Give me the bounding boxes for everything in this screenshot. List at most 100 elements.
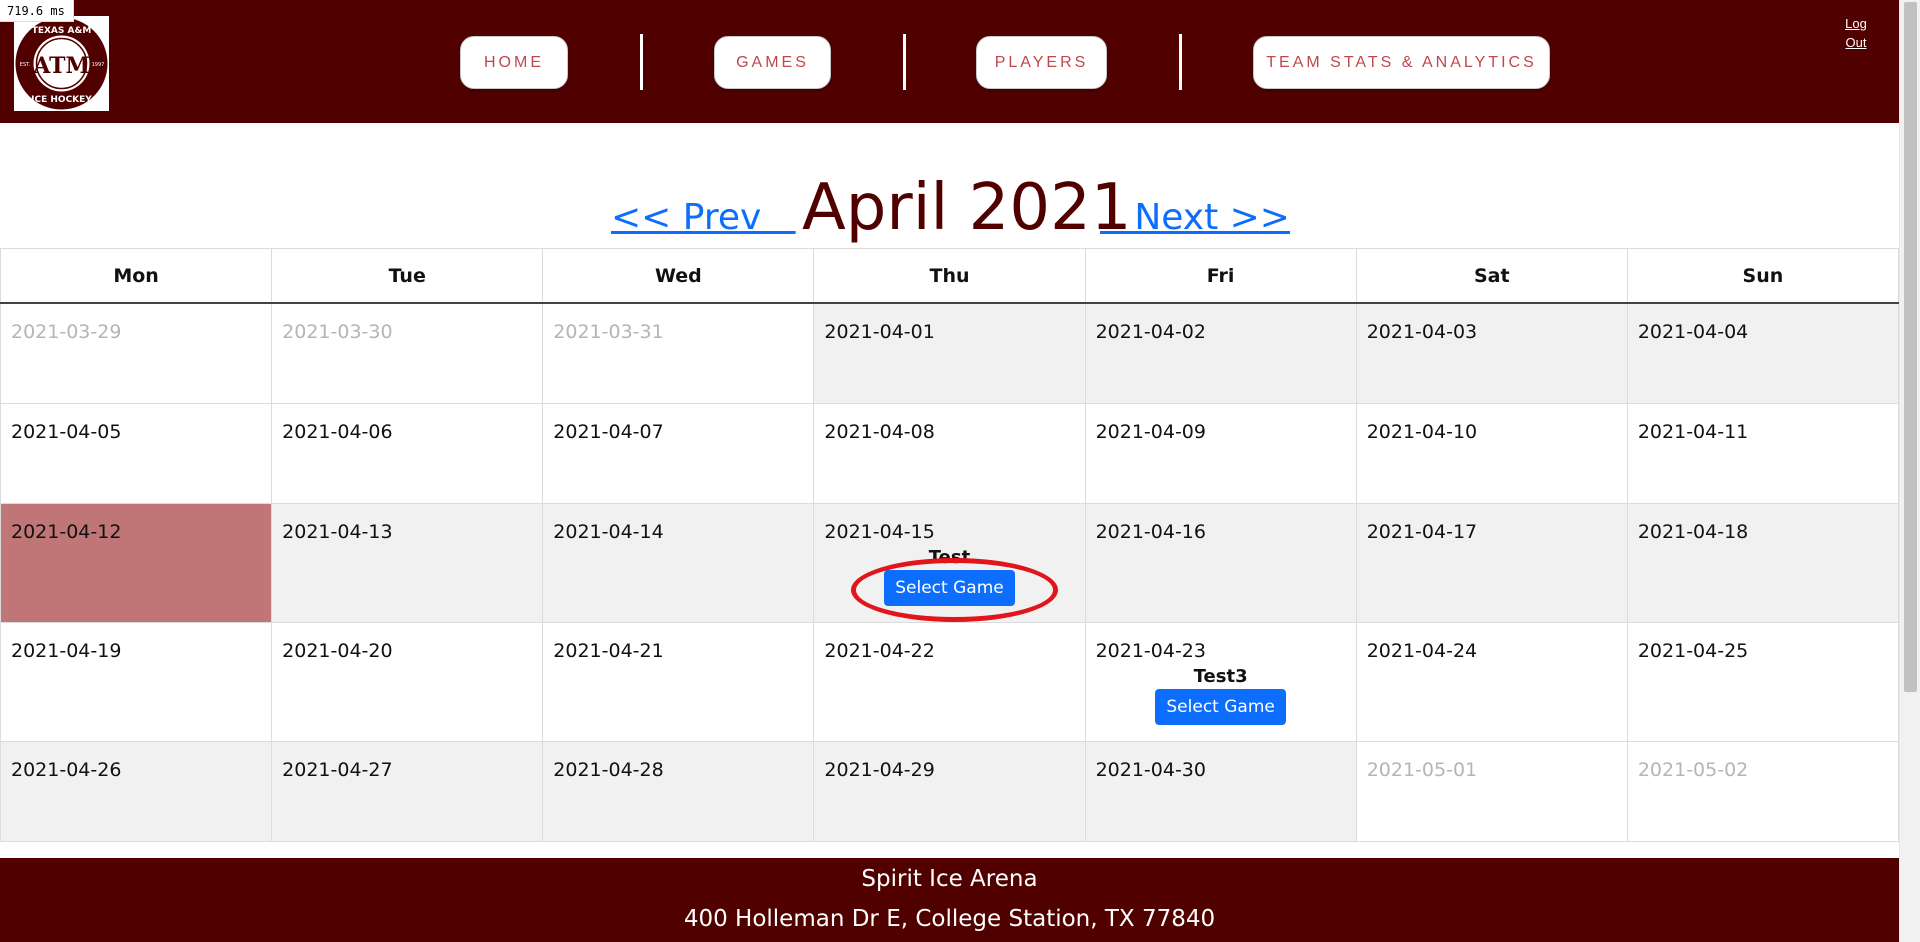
arena-name: Spirit Ice Arena [861,866,1038,892]
calendar-day-cell[interactable]: 2021-04-06 [271,403,544,504]
select-game-button[interactable]: Select Game [1155,689,1286,725]
svg-text:TEXAS A&M: TEXAS A&M [32,26,92,36]
calendar-week-row: 2021-04-19 2021-04-20 2021-04-21 2021-04… [0,622,1900,742]
svg-text:1997: 1997 [92,62,105,68]
calendar-grid: Mon Tue Wed Thu Fri Sat Sun 2021-03-29 2… [0,248,1900,842]
nav-separator [903,34,906,90]
logout-line2: Out [1845,35,1867,50]
day-date: 2021-03-29 [11,321,122,343]
logout-link[interactable]: Log Out [1838,14,1874,52]
calendar-day-cell[interactable]: 2021-04-10 [1355,403,1628,504]
nav-players-button[interactable]: PLAYERS [976,36,1107,89]
calendar-day-cell[interactable]: 2021-04-03 [1355,302,1628,404]
day-date: 2021-04-19 [11,640,122,662]
calendar-day-cell[interactable]: 2021-04-08 [813,403,1086,504]
prev-month-link[interactable]: << Prev [611,188,796,248]
game-name: Test [928,547,971,568]
calendar-week-row: 2021-04-26 2021-04-27 2021-04-28 2021-04… [0,741,1900,842]
calendar-day-cell[interactable]: 2021-04-11 [1626,403,1900,504]
month-title: April 2021 [802,171,1132,245]
calendar-day-cell[interactable]: 2021-04-25 [1626,622,1900,742]
calendar-day-cell[interactable]: 2021-04-21 [542,622,815,742]
day-date: 2021-04-29 [824,759,935,781]
nav-home-button[interactable]: HOME [460,36,568,89]
day-date: 2021-04-07 [553,421,664,443]
calendar-day-cell[interactable]: 2021-04-05 [0,403,273,504]
day-date: 2021-04-09 [1095,421,1206,443]
select-game-button[interactable]: Select Game [884,570,1015,606]
calendar-day-cell[interactable]: 2021-04-02 [1084,302,1357,404]
weekday-header-row: Mon Tue Wed Thu Fri Sat Sun [0,248,1900,304]
svg-text:ATM: ATM [32,53,90,79]
weekday-header: Wed [542,248,815,304]
team-logo[interactable]: ATM TEXAS A&M ICE HOCKEY EST. 1997 [14,16,109,111]
calendar-day-cell[interactable]: 2021-05-02 [1626,741,1900,842]
scrollbar-thumb[interactable] [1904,2,1917,692]
game-entry: Test3 Select Game [1086,667,1356,725]
calendar-day-cell[interactable]: 2021-03-30 [271,302,544,404]
day-date: 2021-04-23 [1095,640,1206,662]
calendar-day-cell[interactable]: 2021-04-29 [813,741,1086,842]
calendar-day-cell[interactable]: 2021-04-14 [542,503,815,623]
weekday-header: Sun [1626,248,1900,304]
calendar-week-row: 2021-04-05 2021-04-06 2021-04-07 2021-04… [0,403,1900,504]
calendar-day-cell[interactable]: 2021-04-28 [542,741,815,842]
nav-games-button[interactable]: GAMES [714,36,831,89]
calendar-day-cell[interactable]: 2021-04-30 [1084,741,1357,842]
day-date: 2021-04-28 [553,759,664,781]
day-date: 2021-04-02 [1095,321,1206,343]
calendar-day-cell[interactable]: 2021-04-07 [542,403,815,504]
logout-line1: Log [1845,16,1867,31]
calendar-day-cell-today[interactable]: 2021-04-12 [0,503,273,623]
day-date: 2021-04-08 [824,421,935,443]
day-date: 2021-04-22 [824,640,935,662]
calendar-day-cell[interactable]: 2021-04-01 [813,302,1086,404]
calendar-day-cell[interactable]: 2021-04-04 [1626,302,1900,404]
calendar-week-row: 2021-03-29 2021-03-30 2021-03-31 2021-04… [0,302,1900,404]
arena-address: 400 Holleman Dr E, College Station, TX 7… [683,906,1216,932]
day-date: 2021-04-24 [1366,640,1478,662]
calendar-day-cell[interactable]: 2021-04-26 [0,741,273,842]
calendar-day-cell[interactable]: 2021-04-27 [271,741,544,842]
day-date: 2021-04-12 [11,521,122,543]
weekday-header: Sat [1355,248,1628,304]
calendar-day-cell[interactable]: 2021-04-09 [1084,403,1357,504]
vertical-scrollbar[interactable] [1899,0,1920,942]
calendar-day-cell[interactable]: 2021-04-23 Test3 Select Game [1084,622,1357,742]
calendar-day-cell[interactable]: 2021-04-18 [1626,503,1900,623]
day-date: 2021-04-25 [1637,640,1749,662]
day-date: 2021-04-20 [282,640,393,662]
game-name: Test3 [1193,666,1248,687]
calendar-day-cell[interactable]: 2021-04-20 [271,622,544,742]
nav-separator [1179,34,1182,90]
site-footer: Spirit Ice Arena 400 Holleman Dr E, Coll… [0,858,1899,942]
weekday-header: Thu [813,248,1086,304]
atm-hockey-logo-icon: ATM TEXAS A&M ICE HOCKEY EST. 1997 [15,17,108,110]
game-entry: Test Select Game [814,548,1084,606]
day-date: 2021-04-03 [1366,321,1478,343]
calendar-day-cell[interactable]: 2021-05-01 [1355,741,1628,842]
calendar-day-cell[interactable]: 2021-04-19 [0,622,273,742]
svg-text:EST.: EST. [20,62,31,68]
day-date: 2021-04-15 [824,521,935,543]
day-date: 2021-04-26 [11,759,122,781]
day-date: 2021-04-13 [282,521,393,543]
calendar-day-cell[interactable]: 2021-04-17 [1355,503,1628,623]
day-date: 2021-03-30 [282,321,393,343]
day-date: 2021-03-31 [553,321,664,343]
nav-team-stats-button[interactable]: TEAM STATS & ANALYTICS [1253,36,1550,89]
day-date: 2021-04-14 [553,521,664,543]
calendar-day-cell[interactable]: 2021-04-24 [1355,622,1628,742]
calendar-day-cell[interactable]: 2021-04-22 [813,622,1086,742]
next-month-link[interactable]: Next >> [1100,188,1290,248]
calendar-day-cell[interactable]: 2021-03-29 [0,302,273,404]
day-date: 2021-04-05 [11,421,122,443]
calendar-day-cell[interactable]: 2021-03-31 [542,302,815,404]
calendar-day-cell[interactable]: 2021-04-15 Test Select Game [813,503,1086,623]
day-date: 2021-04-01 [824,321,935,343]
svg-text:ICE HOCKEY: ICE HOCKEY [31,95,92,105]
calendar-week-row: 2021-04-12 2021-04-13 2021-04-14 2021-04… [0,503,1900,623]
nav-separator [640,34,643,90]
calendar-day-cell[interactable]: 2021-04-13 [271,503,544,623]
calendar-day-cell[interactable]: 2021-04-16 [1084,503,1357,623]
